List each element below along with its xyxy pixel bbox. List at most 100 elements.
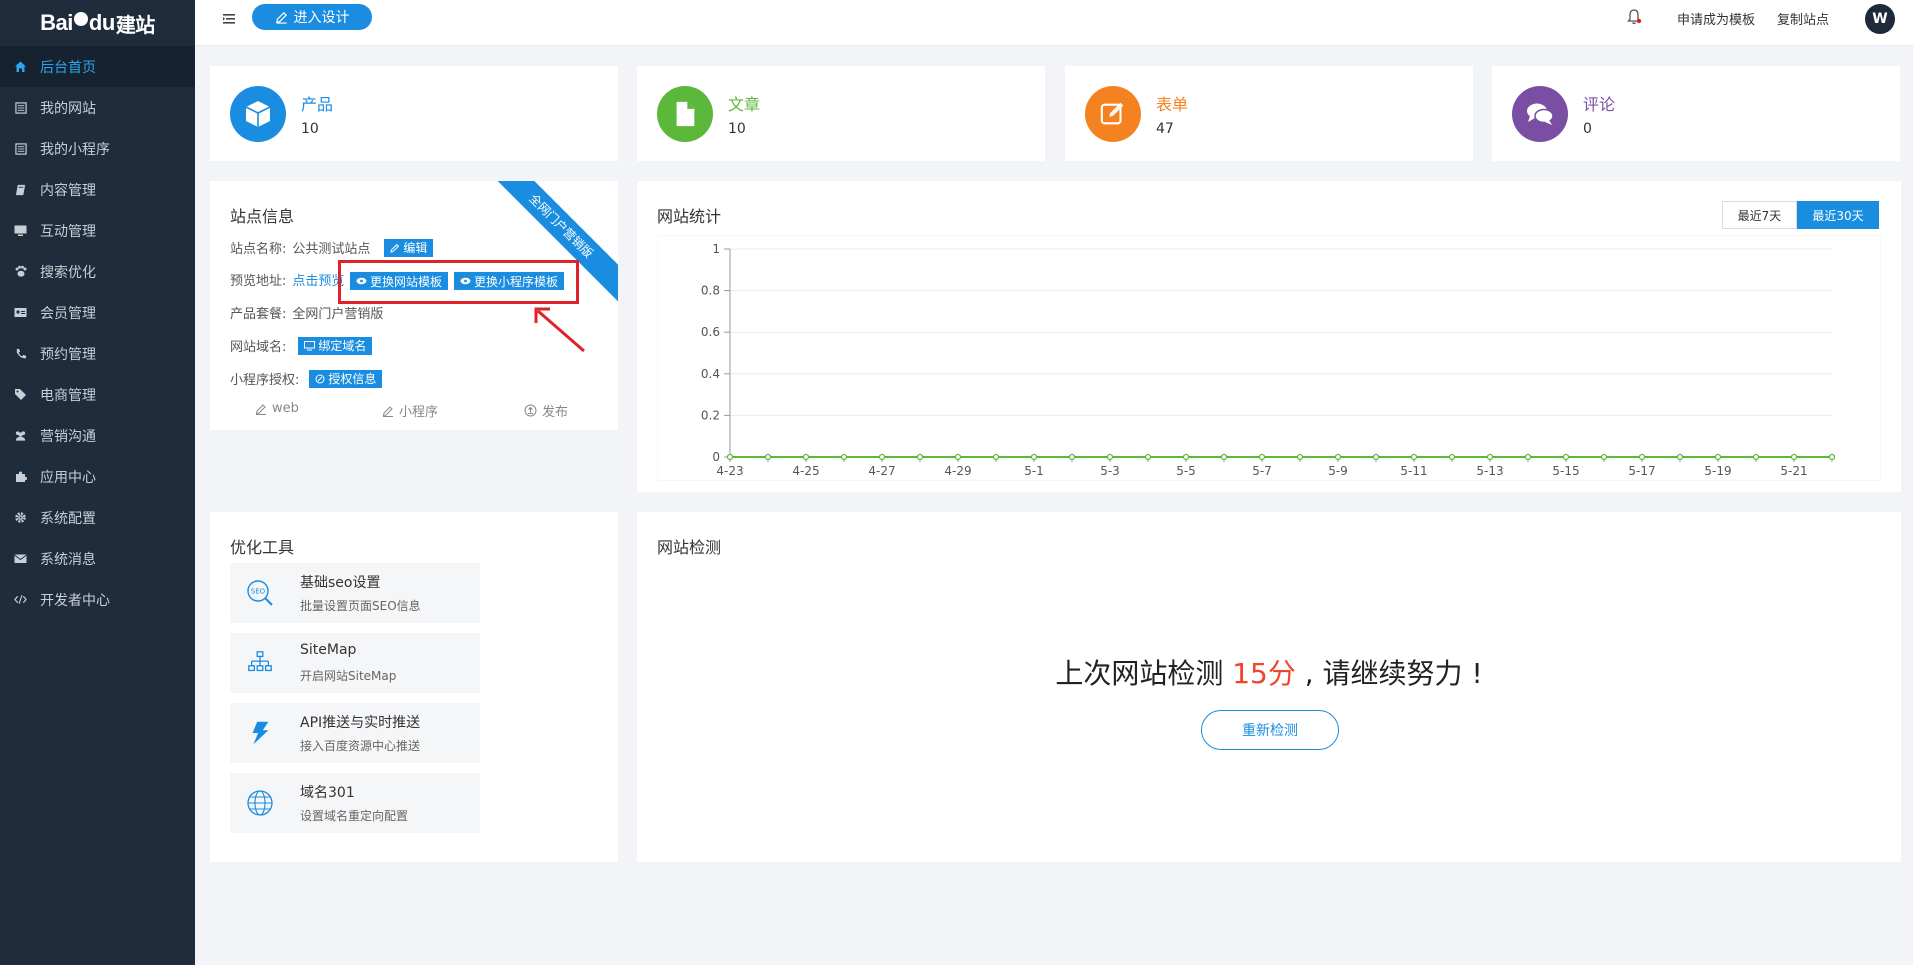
sidebar-item[interactable]: 我的网站 (0, 87, 195, 128)
data-point (1562, 453, 1570, 461)
change-website-template-button[interactable]: 更换网站模板 (350, 272, 449, 290)
sidebar-item-label: 系统配置 (40, 510, 96, 527)
range-30-days-button[interactable]: 最近30天 (1797, 201, 1879, 229)
data-point (1334, 453, 1342, 461)
sidebar-item-label: 内容管理 (40, 182, 96, 199)
document-icon (657, 86, 713, 142)
enter-design-button[interactable]: 进入设计 (252, 4, 372, 30)
data-point (1600, 453, 1608, 461)
tool-item[interactable]: 域名301 设置域名重定向配置 (230, 773, 480, 833)
tool-description: 接入百度资源中心推送 (300, 739, 421, 753)
chart-frame (657, 235, 1881, 481)
menu-toggle-icon[interactable] (221, 10, 239, 28)
user-avatar[interactable]: W (1865, 4, 1895, 34)
bell-icon[interactable] (1625, 8, 1643, 26)
range-7-days-button[interactable]: 最近7天 (1722, 201, 1797, 229)
stat-value: 10 (301, 121, 319, 137)
site-name-value: 公共测试站点 (292, 242, 371, 257)
sidebar-item-label: 互动管理 (40, 223, 96, 240)
preview-link[interactable]: 点击预览 (292, 270, 344, 289)
redetect-button[interactable]: 重新检测 (1201, 710, 1339, 750)
x-tick-label: 5-21 (1780, 464, 1807, 478)
gear-icon (14, 511, 27, 524)
change-miniprogram-template-button[interactable]: 更换小程序模板 (454, 272, 565, 290)
sidebar-item[interactable]: 营销沟通 (0, 415, 195, 456)
baidu-jianzhan-logo[interactable]: Bai du 建站 (0, 0, 195, 46)
apply-template-link[interactable]: 申请成为模板 (1677, 9, 1755, 28)
sidebar-item[interactable]: 开发者中心 (0, 579, 195, 620)
x-tick-label: 5-3 (1100, 464, 1120, 478)
auth-info-button[interactable]: 授权信息 (309, 369, 383, 388)
y-tick-label: 0 (712, 450, 720, 464)
publish-link[interactable]: 发布 (524, 401, 568, 420)
link-icon (315, 374, 325, 383)
sidebar-item[interactable]: 电商管理 (0, 374, 195, 415)
package-row: 产品套餐: 全网门户营销版 (230, 303, 383, 322)
stat-card[interactable]: 文章 10 (637, 66, 1045, 161)
sidebar-item[interactable]: 预约管理 (0, 333, 195, 374)
eye-icon (460, 277, 471, 285)
tool-title: SiteMap (300, 642, 357, 658)
paw-icon (14, 265, 27, 278)
seo-icon: SEO (230, 563, 290, 623)
data-point (1182, 453, 1190, 461)
domain-row: 网站域名: 绑定域名 (230, 336, 373, 355)
stat-label: 表单 (1156, 95, 1189, 114)
sidebar-item[interactable]: 后台首页 (0, 46, 195, 87)
x-tick-label: 5-15 (1552, 464, 1579, 478)
tool-item[interactable]: SiteMap 开启网站SiteMap (230, 633, 480, 693)
mini-auth-row: 小程序授权: 授权信息 (230, 369, 383, 388)
stat-label: 评论 (1583, 95, 1616, 114)
sidebar-item[interactable]: 应用中心 (0, 456, 195, 497)
tool-item[interactable]: SEO 基础seo设置 批量设置页面SEO信息 (230, 563, 480, 623)
y-tick-label: 1 (712, 242, 720, 256)
sidebar-item-label: 营销沟通 (40, 428, 96, 445)
package-value: 全网门户营销版 (292, 307, 384, 322)
x-tick-label: 5-7 (1252, 464, 1272, 478)
bind-domain-button[interactable]: 绑定域名 (298, 336, 373, 355)
data-point (726, 453, 734, 461)
stat-value: 0 (1583, 121, 1592, 137)
stat-card[interactable]: 评论 0 (1492, 66, 1900, 161)
y-tick-label: 0.6 (701, 325, 720, 339)
data-point (1714, 453, 1722, 461)
stat-value: 47 (1156, 121, 1174, 137)
sidebar-item[interactable]: 系统消息 (0, 538, 195, 579)
publish-icon (524, 404, 537, 417)
edit-miniprogram-link[interactable]: 小程序 (382, 401, 438, 420)
data-point (1790, 453, 1798, 461)
edit-site-name-button[interactable]: 编辑 (384, 238, 434, 257)
tool-item[interactable]: API推送与实时推送 接入百度资源中心推送 (230, 703, 480, 763)
optimization-tools-title: 优化工具 (230, 538, 295, 557)
detection-result-text: 上次网站检测 15分 , 请继续努力 ! (1055, 657, 1483, 690)
data-point (1752, 453, 1760, 461)
pencil-icon (382, 405, 393, 417)
preview-row: 预览地址: 点击预览 (230, 270, 344, 289)
data-point (1372, 453, 1380, 461)
book-icon (14, 183, 27, 196)
stat-card[interactable]: 表单 47 (1065, 66, 1473, 161)
tool-description: 开启网站SiteMap (300, 669, 397, 683)
data-point (1144, 453, 1152, 461)
sidebar-item[interactable]: 会员管理 (0, 292, 195, 333)
x-tick-label: 5-17 (1628, 464, 1655, 478)
sidebar-item[interactable]: 互动管理 (0, 210, 195, 251)
data-point (1068, 453, 1076, 461)
stat-label: 文章 (728, 95, 761, 114)
sidebar-item-label: 开发者中心 (40, 592, 110, 609)
tool-title: 基础seo设置 (300, 575, 381, 591)
edit-web-link[interactable]: web (255, 401, 299, 416)
data-point (1676, 453, 1684, 461)
pencil-icon (390, 243, 400, 253)
sidebar-item[interactable]: 我的小程序 (0, 128, 195, 169)
copy-site-link[interactable]: 复制站点 (1777, 9, 1829, 28)
x-tick-label: 4-27 (868, 464, 895, 478)
data-point (1296, 453, 1304, 461)
x-tick-label: 5-11 (1400, 464, 1427, 478)
sidebar-item[interactable]: 搜索优化 (0, 251, 195, 292)
data-point (1828, 453, 1836, 461)
sidebar-item[interactable]: 内容管理 (0, 169, 195, 210)
sidebar-item[interactable]: 系统配置 (0, 497, 195, 538)
data-point (1030, 453, 1038, 461)
stat-card[interactable]: 产品 10 (210, 66, 618, 161)
